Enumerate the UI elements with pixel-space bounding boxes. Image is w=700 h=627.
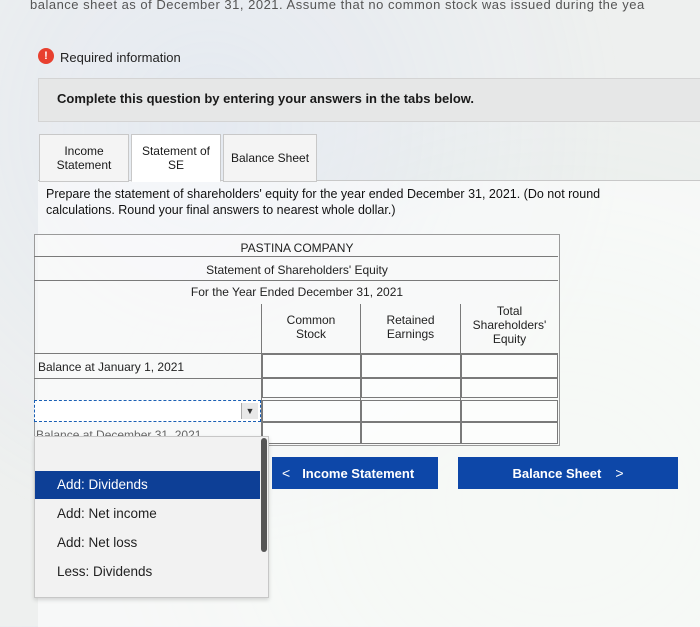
tab-label-line2: SE (167, 158, 184, 172)
statement-period: For the Year Ended December 31, 2021 (190, 285, 404, 299)
next-tab-button[interactable]: Balance Sheet > (458, 457, 678, 489)
column-header-common-stock: Common Stock (262, 313, 360, 341)
dropdown-option[interactable]: Add: Net income (35, 500, 260, 528)
row-label-dropdown-menu: Add: Dividends Add: Net income Add: Net … (34, 436, 269, 598)
input-cell[interactable] (361, 400, 461, 422)
column-header-line: Equity (492, 332, 527, 346)
input-cell[interactable] (262, 354, 361, 378)
prev-tab-button[interactable]: < Income Statement (272, 457, 438, 489)
dropdown-option-label: Add: Net loss (57, 535, 138, 550)
dropdown-option[interactable]: Add: Net loss (35, 529, 260, 557)
dropdown-option-label: Add: Dividends (57, 477, 148, 492)
tab-label-line1: Balance Sheet (230, 151, 310, 165)
prompt-line1: Prepare the statement of shareholders' e… (46, 187, 601, 201)
prev-tab-label: Income Statement (302, 465, 415, 481)
column-header-line: Total (496, 304, 523, 318)
required-label: Required information (60, 50, 181, 65)
chevron-down-icon[interactable]: ▼ (241, 403, 258, 419)
statement-title: Statement of Shareholders' Equity (206, 263, 388, 277)
prompt-line2: calculations. Round your final answers t… (46, 203, 396, 217)
input-cell[interactable] (262, 378, 361, 398)
input-cell[interactable] (361, 354, 461, 378)
dropdown-option[interactable]: Add: Dividends (35, 471, 260, 499)
tab-balance-sheet[interactable]: Balance Sheet (223, 134, 317, 182)
tab-label-line1: Income (64, 144, 104, 158)
chevron-right-icon: > (615, 465, 624, 481)
input-cell[interactable] (361, 422, 461, 444)
column-header-total-equity: Total Shareholders' Equity (461, 304, 558, 346)
divider (34, 280, 558, 281)
tab-label-line1: Statement of (141, 144, 211, 158)
alert-icon: ! (38, 48, 54, 64)
instructions-text: Complete this question by entering your … (57, 91, 475, 106)
tab-income-statement[interactable]: Income Statement (39, 134, 129, 182)
input-cell[interactable] (461, 378, 558, 398)
input-cell[interactable] (461, 400, 558, 422)
column-header-line: Common (286, 313, 336, 327)
dropdown-option-label: Less: Dividends (57, 564, 153, 579)
next-tab-label: Balance Sheet (512, 465, 602, 481)
dropdown-option-label: Add: Net income (57, 506, 157, 521)
question-prompt: Prepare the statement of shareholders' e… (46, 186, 700, 218)
dropdown-scrollbar[interactable] (261, 438, 267, 552)
input-cell[interactable] (461, 422, 558, 444)
input-cell[interactable] (461, 354, 558, 378)
tab-label-line2: Statement (56, 158, 112, 172)
column-header-line: Earnings (386, 327, 435, 341)
input-cell[interactable] (262, 422, 361, 444)
tab-statement-of-se[interactable]: Statement of SE (131, 134, 221, 182)
dropdown-option[interactable]: Less: Dividends (35, 558, 260, 586)
column-header-retained-earnings: Retained Earnings (361, 313, 460, 341)
input-cell[interactable] (361, 378, 461, 398)
column-header-line: Retained (386, 313, 435, 327)
column-header-line: Stock (295, 327, 326, 341)
divider (34, 256, 558, 257)
top-question-strip: balance sheet as of December 31, 2021. A… (30, 0, 645, 12)
company-name: PASTINA COMPANY (240, 241, 354, 255)
row-label-balance-january: Balance at January 1, 2021 (38, 360, 185, 374)
instructions-box: Complete this question by entering your … (38, 78, 700, 122)
chevron-left-icon: < (282, 465, 291, 481)
row-label-select[interactable]: ▼ (34, 400, 261, 422)
column-header-line: Shareholders' (472, 318, 547, 332)
input-cell[interactable] (262, 400, 361, 422)
divider (34, 378, 262, 379)
